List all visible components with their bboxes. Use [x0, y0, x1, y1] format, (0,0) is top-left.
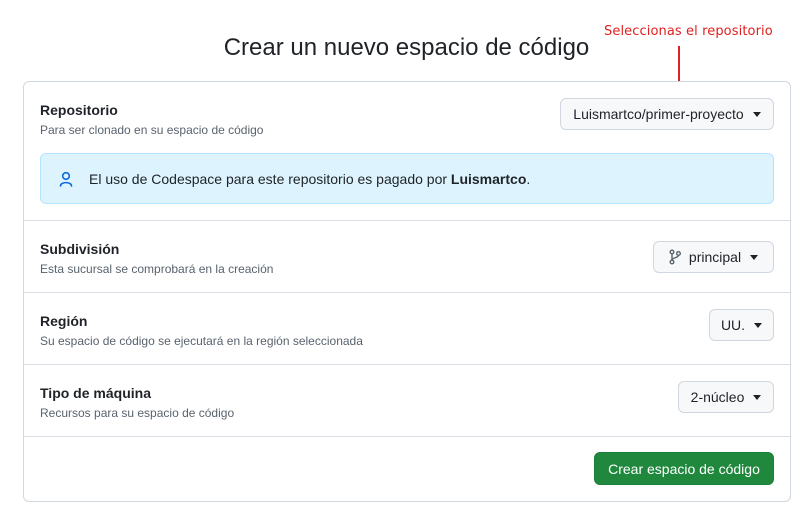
- billing-notice: El uso de Codespace para este repositori…: [40, 153, 774, 204]
- region-section: Región Su espacio de código se ejecutará…: [24, 293, 790, 365]
- caret-down-icon: [753, 394, 762, 400]
- branch-select-label: principal: [688, 249, 742, 265]
- region-title: Región: [40, 313, 88, 329]
- machine-section: Tipo de máquina Recursos para su espacio…: [24, 365, 790, 437]
- repository-section: Repositorio Para ser clonado en su espac…: [24, 82, 790, 221]
- branch-description: Esta sucursal se comprobará en la creaci…: [40, 262, 274, 276]
- machine-select[interactable]: 2-núcleo: [678, 381, 774, 413]
- region-select[interactable]: UU.: [709, 309, 774, 341]
- region-description: Su espacio de código se ejecutará en la …: [40, 334, 363, 348]
- branch-section: Subdivisión Esta sucursal se comprobará …: [24, 221, 790, 293]
- machine-select-label: 2-núcleo: [690, 389, 745, 405]
- repository-select-label: Luismartco/primer-proyecto: [573, 106, 744, 122]
- caret-down-icon: [752, 111, 761, 117]
- create-codespace-button[interactable]: Crear espacio de código: [594, 452, 774, 485]
- repository-title: Repositorio: [40, 102, 118, 118]
- billing-owner: Luismartco: [450, 170, 527, 187]
- caret-down-icon: [754, 322, 763, 328]
- repository-description: Para ser clonado en su espacio de código: [40, 123, 264, 137]
- codespace-form: Repositorio Para ser clonado en su espac…: [23, 81, 791, 502]
- branch-title: Subdivisión: [40, 241, 120, 257]
- annotation-label: Seleccionas el repositorio: [604, 24, 773, 39]
- region-select-label: UU.: [720, 317, 746, 333]
- git-branch-icon: [669, 249, 681, 265]
- repository-select[interactable]: Luismartco/primer-proyecto: [560, 98, 774, 130]
- person-icon: [59, 171, 73, 187]
- branch-select[interactable]: principal: [653, 241, 774, 273]
- machine-title: Tipo de máquina: [40, 385, 151, 401]
- caret-down-icon: [750, 254, 759, 260]
- billing-notice-text: El uso de Codespace para este repositori…: [89, 170, 531, 187]
- machine-description: Recursos para su espacio de código: [40, 406, 235, 420]
